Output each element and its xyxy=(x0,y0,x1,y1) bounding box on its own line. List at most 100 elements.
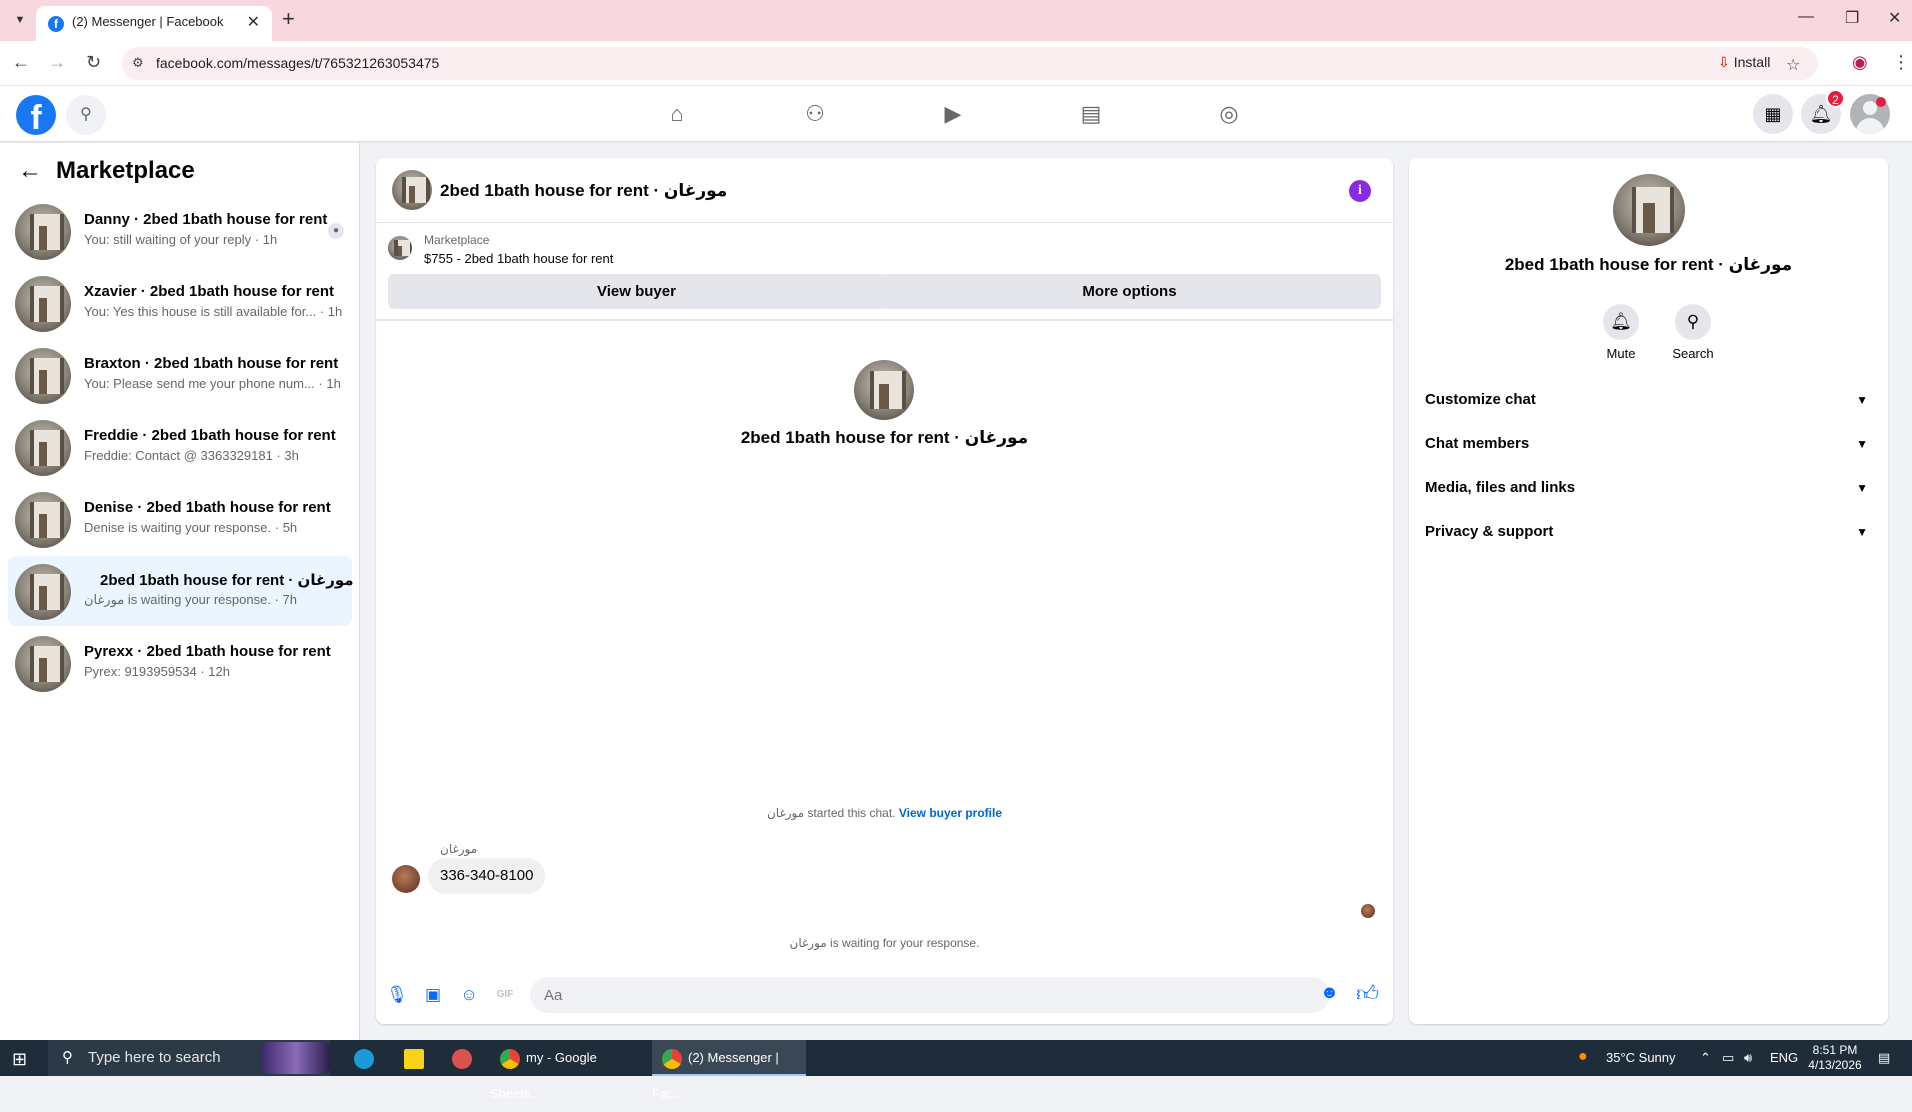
new-tab-plus-icon[interactable]: + xyxy=(282,6,295,32)
listing-name[interactable]: $755 - 2bed 1bath house for rent xyxy=(424,251,613,266)
customize-chat-row[interactable]: Customize chat ▼ xyxy=(1425,382,1872,418)
chrome-icon xyxy=(662,1048,682,1069)
conversation-item[interactable]: Braxton · 2bed 1bath house for rent You:… xyxy=(8,340,352,410)
sticker-icon[interactable]: ☺ xyxy=(456,982,482,1008)
reload-icon[interactable]: ↻ xyxy=(86,52,101,73)
conversation-info-panel: 2bed 1bath house for rent · مورغان 🔔︎ Mu… xyxy=(1409,158,1888,1024)
marketplace-icon[interactable]: ▤ xyxy=(1035,94,1147,134)
chevron-down-icon: ▼ xyxy=(1856,481,1868,495)
sidebar-title: Marketplace xyxy=(56,157,195,184)
minimize-window-icon[interactable]: — xyxy=(1798,8,1814,26)
language-indicator[interactable]: ENG xyxy=(1770,1050,1798,1065)
install-label: Install xyxy=(1733,54,1771,70)
message-bubble[interactable]: 336-340-8100 xyxy=(428,858,546,894)
profile-icon[interactable]: ◉ xyxy=(1852,52,1868,73)
view-buyer-button[interactable]: View buyer xyxy=(388,274,885,309)
info-icon[interactable]: i xyxy=(1349,180,1371,202)
taskbar-app-google-sheets[interactable]: my - Google Sheets... xyxy=(490,1040,642,1101)
back-arrow-icon[interactable]: ← xyxy=(18,157,42,185)
chat-title[interactable]: 2bed 1bath house for rent · مورغان xyxy=(440,181,727,201)
chevron-down-icon: ▼ xyxy=(1856,437,1868,451)
conversation-item[interactable]: Pyrexx · 2bed 1bath house for rent Pyrex… xyxy=(8,628,352,698)
conversation-title: Xzavier · 2bed 1bath house for rent xyxy=(84,283,335,300)
forward-arrow-icon[interactable]: → xyxy=(48,52,66,73)
restore-window-icon[interactable]: ❐ xyxy=(1845,8,1859,28)
tab-search-chevron-icon[interactable]: ▼ xyxy=(10,10,30,30)
sender-avatar[interactable] xyxy=(392,865,420,893)
view-buyer-profile-link[interactable]: View buyer profile xyxy=(899,806,1002,820)
message-input[interactable] xyxy=(530,977,1330,1013)
taskbar-search-placeholder: Type here to search xyxy=(88,1049,221,1066)
app-icon[interactable] xyxy=(444,1040,478,1076)
conversation-title: 2bed 1bath house for rent · مورغان xyxy=(100,572,354,589)
browser-tab-messenger[interactable]: f (2) Messenger | Facebook ✕ xyxy=(36,6,272,41)
clock[interactable]: 8:51 PM 4/13/2026 xyxy=(1800,1043,1870,1073)
address-bar[interactable]: ⚙ facebook.com/messages/t/76532126305347… xyxy=(122,47,1818,80)
home-icon[interactable]: ⌂ xyxy=(621,94,733,134)
chat-intro-thumbnail xyxy=(854,360,914,420)
conversation-title: Denise · 2bed 1bath house for rent xyxy=(84,499,331,516)
browser-menu-icon[interactable]: ⋮ xyxy=(1892,52,1910,73)
chat-started-notice: مورغان started this chat. View buyer pro… xyxy=(376,806,1393,820)
search-highlight-image xyxy=(262,1042,330,1074)
conversation-item[interactable]: Denise · 2bed 1bath house for rent Denis… xyxy=(8,484,352,554)
chat-panel: 2bed 1bath house for rent · مورغان i Mar… xyxy=(376,158,1393,1024)
conversation-item[interactable]: Danny · 2bed 1bath house for rent You: s… xyxy=(8,196,352,266)
taskbar-app-messenger[interactable]: (2) Messenger | Fac... xyxy=(652,1040,806,1101)
taskbar-search[interactable]: ⚲ Type here to search xyxy=(48,1040,330,1076)
chat-thumbnail[interactable] xyxy=(392,170,432,210)
search-label: Search xyxy=(1672,346,1714,361)
close-window-icon[interactable]: ✕ xyxy=(1888,8,1901,28)
weather-text[interactable]: 35°C Sunny xyxy=(1606,1050,1676,1065)
edge-browser-icon[interactable] xyxy=(346,1040,380,1076)
menu-grid-icon[interactable]: ▦ xyxy=(1753,94,1793,134)
chevron-down-icon: ▼ xyxy=(1856,525,1868,539)
chat-members-row[interactable]: Chat members ▼ xyxy=(1425,426,1872,462)
groups-icon[interactable]: ◎ xyxy=(1173,94,1285,134)
row-label: Chat members xyxy=(1425,435,1530,452)
mute-button[interactable]: 🔔︎ Mute xyxy=(1591,304,1651,361)
windows-start-icon[interactable]: ⊞ xyxy=(12,1049,27,1070)
show-hidden-icons-icon[interactable]: ⌃ xyxy=(1700,1050,1711,1066)
thumbs-up-icon[interactable]: 👍︎ xyxy=(1356,980,1379,1007)
tab-close-icon[interactable]: ✕ xyxy=(247,12,260,32)
search-icon[interactable]: ⚲ xyxy=(66,95,106,135)
waiting-notice: مورغان is waiting for your response. xyxy=(789,936,980,950)
read-receipt-avatar xyxy=(1361,904,1375,918)
network-icon[interactable]: ▭ xyxy=(1722,1050,1734,1066)
install-app-button[interactable]: ⇩ Install xyxy=(1718,54,1770,78)
facebook-top-nav: f ⚲ ⌂ ⚇ ▶ ▤ ◎ ▦ 🔔︎ 2 xyxy=(0,86,1912,142)
conversation-title: Danny · 2bed 1bath house for rent xyxy=(84,211,328,228)
microphone-icon[interactable]: 🎙︎ xyxy=(384,982,410,1008)
facebook-favicon-icon: f xyxy=(48,16,64,32)
listing-source: Marketplace xyxy=(424,233,490,247)
friends-icon[interactable]: ⚇ xyxy=(759,94,871,134)
more-options-button[interactable]: More options xyxy=(878,274,1381,309)
conversation-item[interactable]: Freddie · 2bed 1bath house for rent Fred… xyxy=(8,412,352,482)
listing-card: Marketplace $755 - 2bed 1bath house for … xyxy=(376,224,1393,321)
facebook-logo-icon[interactable]: f xyxy=(16,95,56,137)
sticky-notes-icon[interactable] xyxy=(396,1040,430,1076)
media-files-links-row[interactable]: Media, files and links ▼ xyxy=(1425,470,1872,506)
emoji-icon[interactable]: ☻ xyxy=(1320,982,1339,1003)
bookmark-star-icon[interactable]: ☆ xyxy=(1786,55,1800,75)
listing-thumbnail xyxy=(388,236,412,260)
conversation-preview: مورغان is waiting your response. · 7h xyxy=(84,592,297,607)
search-button[interactable]: ⚲ Search xyxy=(1663,304,1723,361)
action-center-icon[interactable]: ▤ xyxy=(1878,1050,1890,1066)
site-info-icon[interactable]: ⚙ xyxy=(132,55,144,71)
volume-icon[interactable]: 🔊︎ xyxy=(1744,1050,1752,1066)
conversation-item-active[interactable]: 2bed 1bath house for rent · مورغان مورغا… xyxy=(8,556,354,626)
back-arrow-icon[interactable]: ← xyxy=(12,52,30,73)
url-text: facebook.com/messages/t/765321263053475 xyxy=(156,55,440,71)
account-alert-dot xyxy=(1876,97,1886,107)
photo-icon[interactable]: ▣ xyxy=(420,982,446,1008)
gif-icon[interactable]: GIF xyxy=(492,982,518,1008)
video-icon[interactable]: ▶ xyxy=(897,94,1009,134)
privacy-support-row[interactable]: Privacy & support ▼ xyxy=(1425,514,1872,550)
browser-tab-strip: ▼ f (2) Messenger | Facebook ✕ + — ❐ ✕ xyxy=(0,0,1912,41)
listing-thumbnail xyxy=(15,564,71,620)
row-label: Customize chat xyxy=(1425,391,1536,408)
chrome-icon xyxy=(500,1048,520,1069)
conversation-item[interactable]: Xzavier · 2bed 1bath house for rent You:… xyxy=(8,268,352,338)
